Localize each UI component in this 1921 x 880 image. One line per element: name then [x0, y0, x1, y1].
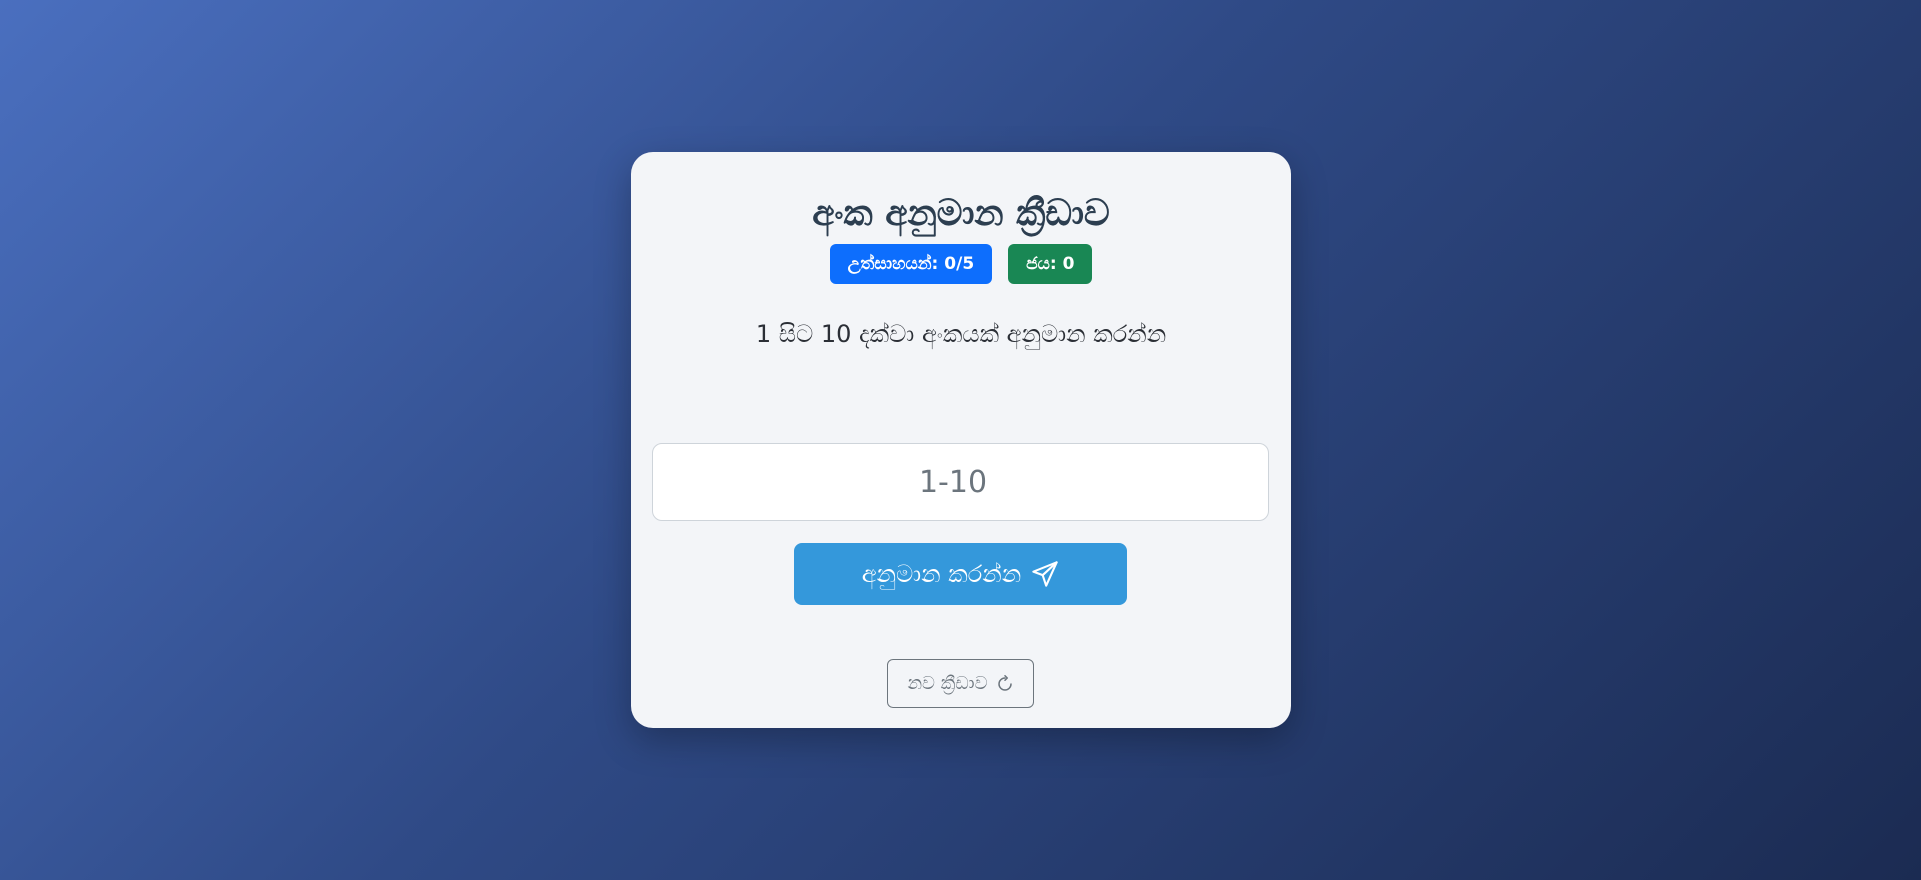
- guess-button[interactable]: අනුමාන කරන්න: [794, 543, 1127, 605]
- attempts-badge: උත්සාහයන්: 0/5: [829, 244, 993, 284]
- guess-input[interactable]: [652, 443, 1269, 521]
- page-title: අංක අනුමාන ක්‍රීඩාව: [812, 193, 1110, 234]
- send-icon: [1031, 560, 1059, 588]
- guess-button-label: අනුමාන කරන්න: [861, 560, 1022, 588]
- game-card: අංක අනුමාන ක්‍රීඩාව උත්සාහයන්: 0/5 ජය: 0…: [631, 152, 1291, 728]
- new-game-button[interactable]: නව ක්‍රීඩාව: [887, 659, 1034, 708]
- new-game-button-label: නව ක්‍රීඩාව: [907, 673, 988, 694]
- refresh-icon: [996, 674, 1014, 693]
- instruction-text: 1 සිට 10 දක්වා අංකයක් අනුමාන කරන්න: [755, 320, 1167, 348]
- wins-badge: ජය: 0: [1008, 244, 1093, 284]
- status-badges: උත්සාහයන්: 0/5 ජය: 0: [631, 244, 1291, 284]
